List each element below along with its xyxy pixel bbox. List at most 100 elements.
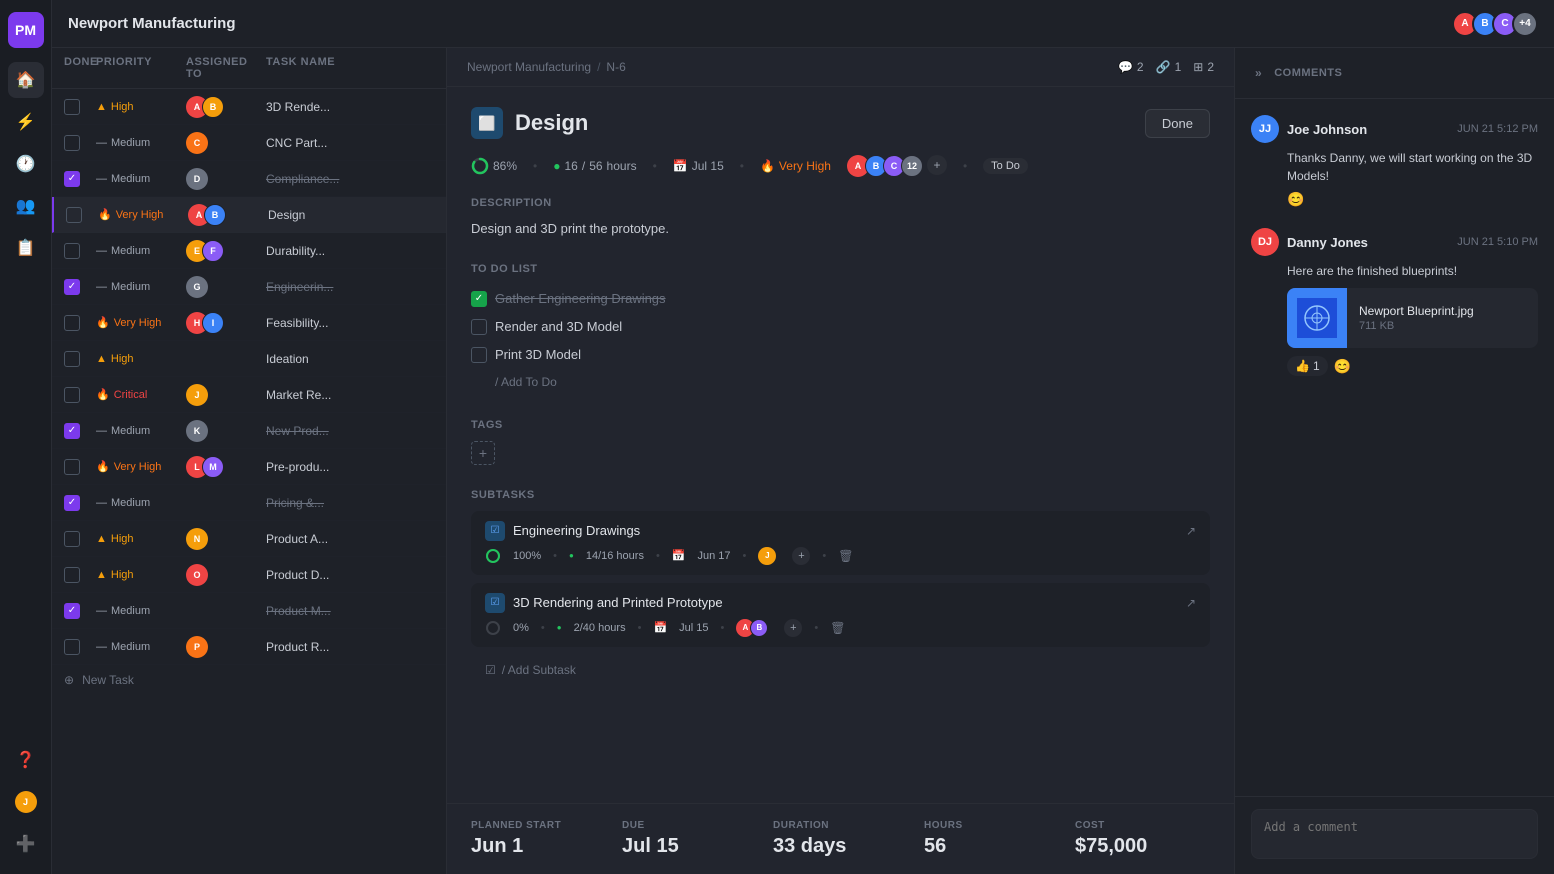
task-checkbox[interactable]: [66, 207, 82, 223]
table-row: ✓ —Medium Product M...: [52, 593, 446, 629]
add-tag-button[interactable]: +: [471, 441, 495, 465]
table-row: 🔥Critical J Market Re...: [52, 377, 446, 413]
task-checkbox[interactable]: ✓: [64, 495, 80, 511]
subtask-add-assignee-2[interactable]: +: [784, 619, 802, 637]
table-row: ▲High N Product A...: [52, 521, 446, 557]
subtask-title-1[interactable]: Engineering Drawings: [513, 523, 1178, 538]
reaction-thumbsup[interactable]: 👍 1: [1287, 356, 1328, 376]
sidebar-item-user[interactable]: J: [8, 784, 44, 820]
task-checkbox[interactable]: ✓: [64, 279, 80, 295]
add-assignee-button[interactable]: +: [927, 155, 947, 175]
stat-hours: HOURS 56: [924, 820, 1059, 858]
subtask-hours-2: 2/40 hours: [574, 622, 626, 634]
collapse-icon[interactable]: »: [1251, 62, 1266, 84]
task-checkbox[interactable]: ✓: [64, 423, 80, 439]
table-row: 🔥Very High HI Feasibility...: [52, 305, 446, 341]
task-list: DONE PRIORITY ASSIGNED TO TASK NAME ▲Hig…: [52, 48, 447, 874]
comment-item: DJ Danny Jones JUN 21 5:10 PM Here are t…: [1251, 228, 1538, 376]
reaction-count: 1: [1313, 359, 1320, 373]
detail-header-bar: Newport Manufacturing / N-6 💬 2 🔗 1 ⊞: [447, 48, 1234, 87]
task-checkbox[interactable]: [64, 639, 80, 655]
comment-item: JJ Joe Johnson JUN 21 5:12 PM Thanks Dan…: [1251, 115, 1538, 208]
subtask-add-assignee-1[interactable]: +: [792, 547, 810, 565]
link-icon: 🔗: [1156, 60, 1171, 74]
task-checkbox[interactable]: [64, 531, 80, 547]
task-title-row: ⬜ Design Done: [471, 107, 1210, 139]
comment-attachment: Newport Blueprint.jpg 711 KB: [1287, 288, 1538, 348]
table-row: —Medium P Product R...: [52, 629, 446, 665]
col-priority: PRIORITY: [96, 56, 186, 80]
subtask-delete-2[interactable]: 🗑: [830, 621, 845, 635]
task-checkbox[interactable]: [64, 351, 80, 367]
app-logo[interactable]: PM: [8, 12, 44, 48]
subtask-external-link-2[interactable]: ↗: [1186, 596, 1196, 610]
priority-badge: 🔥Critical: [96, 388, 186, 401]
task-title[interactable]: Design: [515, 110, 1133, 136]
sidebar-item-time[interactable]: 🕐: [8, 146, 44, 182]
comment-input[interactable]: [1251, 809, 1538, 859]
task-checkbox[interactable]: [64, 387, 80, 403]
commenter-avatar-1: JJ: [1251, 115, 1279, 143]
todo-checkbox-1[interactable]: ✓: [471, 291, 487, 307]
sidebar-item-docs[interactable]: 📋: [8, 230, 44, 266]
stat-duration: DURATION 33 days: [773, 820, 908, 858]
hours-label: hours: [607, 159, 637, 173]
todo-checkbox-2[interactable]: [471, 319, 487, 335]
user-avatar: J: [15, 791, 37, 813]
subtask-delete-1[interactable]: 🗑: [838, 549, 853, 563]
subtask-external-link-1[interactable]: ↗: [1186, 524, 1196, 538]
todo-checkbox-3[interactable]: [471, 347, 487, 363]
add-reaction-button-1[interactable]: 😊: [1287, 191, 1304, 208]
attachment-size: 711 KB: [1359, 320, 1474, 332]
done-button[interactable]: Done: [1145, 109, 1210, 138]
attachment-thumbnail: [1287, 288, 1347, 348]
add-reaction-button-2[interactable]: 😊: [1334, 358, 1351, 375]
status-tag[interactable]: To Do: [983, 158, 1028, 174]
sidebar-item-team[interactable]: 👥: [8, 188, 44, 224]
list-item: Print 3D Model: [471, 341, 1210, 369]
task-name: Feasibility...: [266, 316, 434, 330]
subtask-progress-1: 100%: [513, 550, 541, 562]
subtask-cal-icon-1: 📅: [672, 549, 686, 562]
breadcrumb-project: Newport Manufacturing: [467, 60, 591, 74]
table-row: —Medium C CNC Part...: [52, 125, 446, 161]
comments-panel: » COMMENTS JJ Joe Johnson JUN 21 5:12 PM…: [1234, 48, 1554, 874]
task-checkbox[interactable]: [64, 315, 80, 331]
due-date: Jul 15: [692, 159, 724, 173]
sidebar-item-activity[interactable]: ⚡: [8, 104, 44, 140]
subtasks-label: SUBTASKS: [471, 489, 1210, 501]
priority-badge: —Medium: [96, 605, 186, 617]
comment-input-area: [1235, 796, 1554, 874]
assignee-avatar: D: [186, 168, 208, 190]
col-task-name: TASK NAME: [266, 56, 434, 80]
add-task-button[interactable]: ⊕ New Task: [52, 665, 446, 695]
stat-value: 33 days: [773, 835, 908, 858]
task-checkbox[interactable]: ✓: [64, 603, 80, 619]
bottom-stats: PLANNED START Jun 1 DUE Jul 15 DURATION …: [447, 803, 1234, 874]
sidebar-item-home[interactable]: 🏠: [8, 62, 44, 98]
task-checkbox[interactable]: [64, 567, 80, 583]
sidebar-item-help[interactable]: ❓: [8, 742, 44, 778]
task-type-icon: ⬜: [471, 107, 503, 139]
task-name: Pricing &...: [266, 496, 434, 510]
sidebar-item-add[interactable]: ➕: [8, 826, 44, 862]
task-checkbox[interactable]: [64, 99, 80, 115]
project-title: Newport Manufacturing: [68, 15, 1436, 32]
col-done: DONE: [64, 56, 96, 80]
assignee-avatar: K: [186, 420, 208, 442]
table-row: ▲High AB 3D Rende...: [52, 89, 446, 125]
task-checkbox[interactable]: [64, 459, 80, 475]
task-checkbox[interactable]: [64, 135, 80, 151]
assignee-avatar: AB: [186, 96, 266, 118]
add-subtask-button[interactable]: ☑ / Add Subtask: [471, 655, 1210, 685]
hours-used: 16: [564, 159, 577, 173]
priority-badge: ▲High: [96, 533, 186, 545]
todo-text-1: Gather Engineering Drawings: [495, 291, 666, 306]
subtask-title-2[interactable]: 3D Rendering and Printed Prototype: [513, 595, 1178, 610]
task-checkbox[interactable]: [64, 243, 80, 259]
stat-label: COST: [1075, 820, 1210, 831]
meta-separator-2: •: [653, 159, 657, 173]
table-row: ▲High O Product D...: [52, 557, 446, 593]
add-todo-button[interactable]: / Add To Do: [471, 369, 1210, 395]
task-checkbox[interactable]: ✓: [64, 171, 80, 187]
